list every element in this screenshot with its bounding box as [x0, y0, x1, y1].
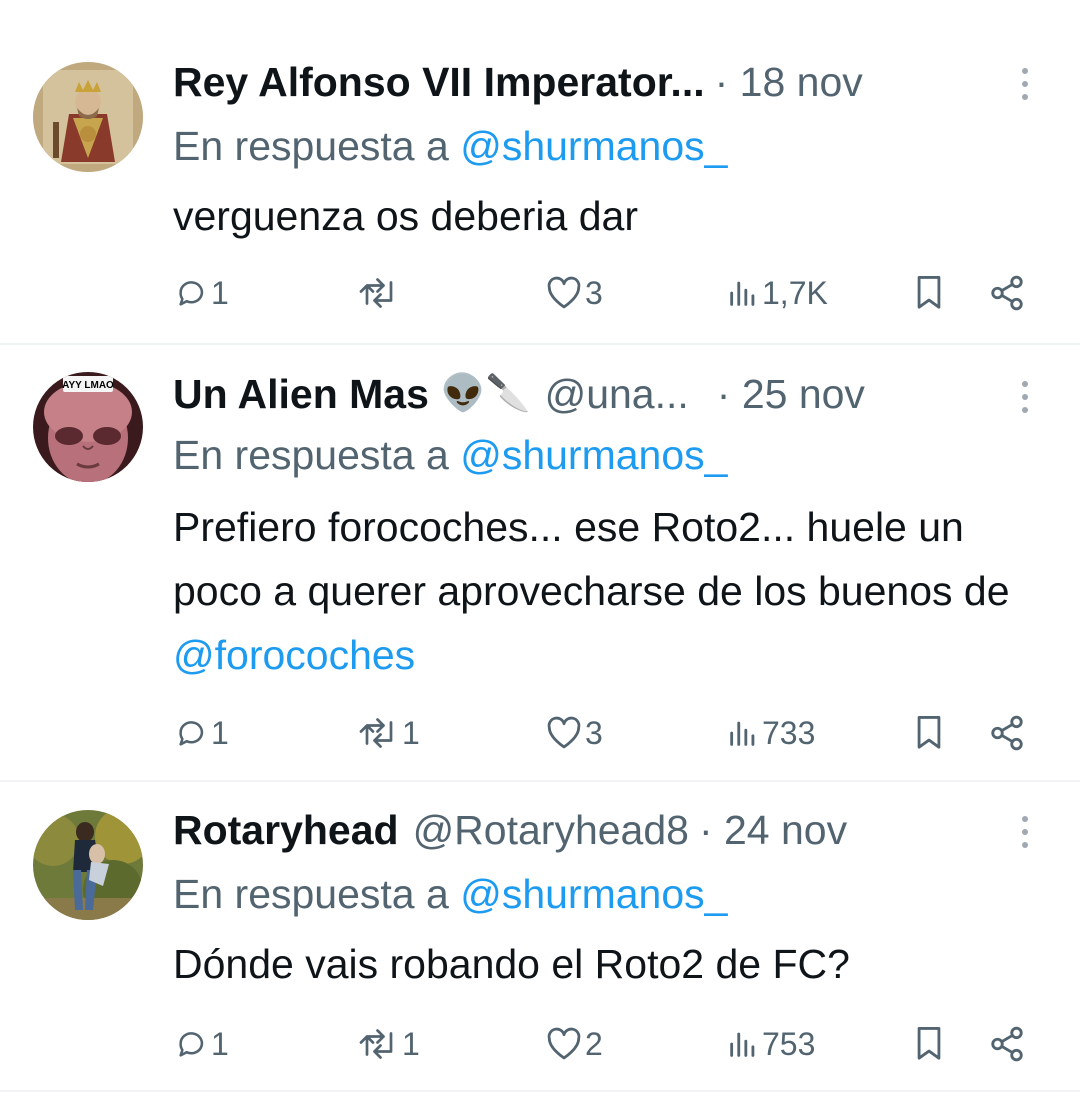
like-count: 3	[585, 714, 603, 751]
like-button[interactable]: 3	[545, 708, 603, 758]
tweet-text-body: verguenza os deberia dar	[173, 193, 638, 239]
retweet-button[interactable]: 1	[358, 1019, 420, 1069]
reply-prefix: En respuesta a	[173, 123, 449, 169]
retweet-count: 1	[402, 714, 420, 751]
reply-icon	[179, 1032, 204, 1057]
views-button[interactable]: 753	[726, 1019, 815, 1069]
tweet-header: Un Alien Mas 👽🔪 @una... · 25 nov	[173, 370, 1080, 418]
bookmark-button[interactable]	[912, 1019, 946, 1069]
user-handle[interactable]: @Rotaryhead8	[413, 806, 689, 854]
like-button[interactable]: 2	[545, 1019, 603, 1069]
tweet-text-body: Dónde vais robando el Roto2 de FC?	[173, 941, 850, 987]
retweet-icon	[359, 278, 393, 308]
reply-button[interactable]: 1	[175, 708, 229, 758]
like-icon	[547, 276, 581, 309]
action-bar: 1 1 2 753	[0, 1019, 1080, 1069]
like-icon	[547, 1027, 581, 1060]
avatar-caption: AYY LMAO	[62, 380, 114, 391]
avatar[interactable]	[33, 62, 143, 172]
retweet-count: 1	[402, 1025, 420, 1062]
share-icon	[991, 1026, 1023, 1062]
medieval-king-portrait	[33, 62, 143, 172]
couple-outdoor-photo	[33, 810, 143, 920]
views-icon	[730, 1032, 755, 1057]
bookmark-icon	[917, 1026, 941, 1060]
action-bar: 1 3 1,7K	[0, 268, 1080, 318]
views-count: 753	[762, 1025, 816, 1062]
views-icon	[730, 721, 755, 746]
user-handle[interactable]: @una...	[545, 370, 689, 418]
retweet-icon	[359, 1029, 393, 1059]
retweet-button[interactable]: 1	[358, 708, 420, 758]
tweet-1[interactable]: Rey Alfonso VII Imperator... · 18 nov En…	[0, 0, 1080, 344]
divider	[0, 1090, 1080, 1092]
views-button[interactable]: 1,7K	[726, 268, 828, 318]
like-button[interactable]: 3	[545, 268, 603, 318]
timestamp[interactable]: · 25 nov	[717, 370, 865, 418]
reply-handle-link[interactable]: @shurmanos_	[460, 871, 727, 917]
action-bar: 1 1 3 733	[0, 708, 1080, 758]
reply-button[interactable]: 1	[175, 1019, 229, 1069]
tweet-2[interactable]: AYY LMAO Un Alien Mas 👽🔪 @una... · 25 no…	[0, 345, 1080, 781]
like-icon	[547, 716, 581, 749]
reply-count: 1	[211, 274, 229, 311]
more-icon[interactable]	[1018, 64, 1032, 104]
reply-prefix: En respuesta a	[173, 432, 449, 478]
views-icon	[730, 281, 755, 306]
reply-prefix: En respuesta a	[173, 871, 449, 917]
avatar[interactable]: AYY LMAO	[33, 372, 143, 482]
retweet-icon	[359, 718, 393, 748]
bookmark-icon	[917, 716, 941, 749]
user-name[interactable]: Rey Alfonso VII Imperator...	[173, 58, 705, 106]
reply-icon	[179, 721, 204, 746]
reply-handle-link[interactable]: @shurmanos_	[460, 123, 727, 169]
tweet-text: verguenza os deberia dar	[173, 184, 1053, 248]
tweet-header: Rotaryhead @Rotaryhead8 · 24 nov	[173, 806, 1080, 854]
tweet-text: Prefiero forocoches... ese Roto2... huel…	[173, 495, 1053, 687]
reply-icon	[179, 281, 204, 306]
reply-context: En respuesta a @shurmanos_	[173, 122, 727, 170]
timestamp[interactable]: · 24 nov	[699, 806, 847, 854]
reply-handle-link[interactable]: @shurmanos_	[460, 432, 727, 478]
alien-face: AYY LMAO	[33, 372, 143, 482]
more-icon[interactable]	[1018, 377, 1032, 417]
bookmark-button[interactable]	[912, 708, 946, 758]
views-button[interactable]: 733	[726, 708, 815, 758]
user-name[interactable]: Un Alien Mas	[173, 370, 429, 418]
avatar[interactable]	[33, 810, 143, 920]
retweet-button[interactable]	[358, 268, 402, 318]
like-count: 2	[585, 1025, 603, 1062]
share-button[interactable]	[988, 708, 1026, 758]
reply-button[interactable]: 1	[175, 268, 229, 318]
more-icon[interactable]	[1018, 812, 1032, 852]
tweet-text: Dónde vais robando el Roto2 de FC?	[173, 932, 1053, 996]
tweet-header: Rey Alfonso VII Imperator... · 18 nov	[173, 58, 1080, 106]
tweet-3[interactable]: Rotaryhead @Rotaryhead8 · 24 nov En resp…	[0, 782, 1080, 1092]
share-icon	[991, 275, 1023, 311]
reply-count: 1	[211, 1025, 229, 1062]
tweet-text-body: Prefiero forocoches... ese Roto2... huel…	[173, 504, 1010, 614]
views-count: 733	[762, 714, 816, 751]
timestamp[interactable]: · 18 nov	[715, 58, 863, 106]
mention-link[interactable]: @forocoches	[173, 632, 415, 678]
reply-count: 1	[211, 714, 229, 751]
share-button[interactable]	[988, 1019, 1026, 1069]
bookmark-button[interactable]	[912, 268, 946, 318]
bookmark-icon	[917, 275, 941, 309]
like-count: 3	[585, 274, 603, 311]
name-emoji: 👽🔪	[440, 373, 531, 414]
views-count: 1,7K	[762, 274, 828, 311]
share-icon	[991, 715, 1023, 751]
user-name[interactable]: Rotaryhead	[173, 806, 399, 854]
share-button[interactable]	[988, 268, 1026, 318]
reply-context: En respuesta a @shurmanos_	[173, 870, 727, 918]
reply-context: En respuesta a @shurmanos_	[173, 431, 727, 479]
